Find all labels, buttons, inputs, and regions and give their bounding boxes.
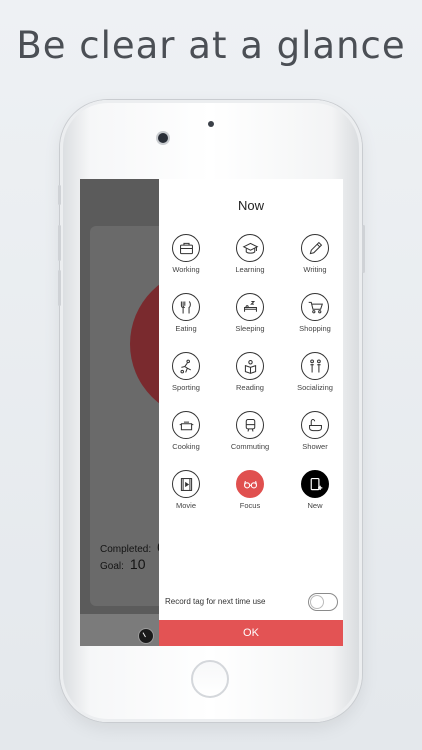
tag-label: New — [307, 501, 323, 510]
side-button — [58, 185, 61, 205]
tag-label: Movie — [175, 501, 196, 510]
tag-label: Shower — [302, 442, 328, 451]
pot-icon — [172, 411, 200, 439]
side-button — [58, 225, 61, 261]
proximity-sensor — [208, 121, 214, 127]
goal-label: Goal: — [100, 561, 124, 572]
tag-shopping[interactable]: Shopping — [285, 293, 343, 333]
tag-working[interactable]: Working — [156, 234, 216, 274]
train-icon — [236, 411, 264, 439]
tag-label: Shopping — [299, 324, 331, 333]
tag-label: Writing — [303, 265, 327, 274]
briefcase-icon — [172, 234, 200, 262]
record-tag-toggle[interactable] — [308, 593, 338, 611]
reading-icon — [236, 352, 264, 380]
tag-label: Learning — [235, 265, 265, 274]
tag-reading[interactable]: Reading — [220, 352, 280, 392]
tag-commuting[interactable]: Commuting — [220, 411, 280, 451]
tag-sleeping[interactable]: Sleeping — [220, 293, 280, 333]
front-camera — [158, 133, 168, 143]
tag-label: Working — [172, 265, 200, 274]
ok-button[interactable]: OK — [159, 620, 343, 646]
stopwatch-icon[interactable] — [138, 628, 154, 644]
stats-panel: Completed: 0 Goal: 10 — [100, 539, 165, 573]
tag-label: Cooking — [172, 442, 200, 451]
home-button[interactable] — [191, 660, 229, 698]
tag-shower[interactable]: Shower — [285, 411, 343, 451]
side-button — [58, 270, 61, 306]
completed-label: Completed: — [100, 544, 152, 555]
shopping-cart-icon — [301, 293, 329, 321]
tag-label: Focus — [239, 501, 261, 510]
tag-movie[interactable]: Movie — [156, 470, 216, 510]
tag-label: Sleeping — [235, 324, 265, 333]
headline: Be clear at a glance — [16, 24, 406, 67]
goal-value: 10 — [129, 556, 146, 572]
tag-socializing[interactable]: Socializing — [285, 352, 343, 392]
app-screen: Completed: 0 Goal: 10 Now Working Learni… — [80, 179, 343, 646]
record-tag-label: Record tag for next time use — [165, 597, 266, 606]
bed-icon — [236, 293, 264, 321]
film-icon — [172, 470, 200, 498]
tag-label: Socializing — [297, 383, 333, 392]
glasses-icon — [236, 470, 264, 498]
graduation-cap-icon — [236, 234, 264, 262]
tag-learning[interactable]: Learning — [220, 234, 280, 274]
tag-cooking[interactable]: Cooking — [156, 411, 216, 451]
sheet-title: Now — [237, 198, 264, 213]
new-tag-icon — [301, 470, 329, 498]
soccer-player-icon — [172, 352, 200, 380]
tag-focus[interactable]: Focus — [220, 470, 280, 510]
tag-eating[interactable]: Eating — [156, 293, 216, 333]
fork-knife-icon — [172, 293, 200, 321]
pencil-icon — [301, 234, 329, 262]
tag-label: Reading — [236, 383, 264, 392]
toggle-knob — [310, 595, 324, 609]
people-icon — [301, 352, 329, 380]
tag-writing[interactable]: Writing — [285, 234, 343, 274]
tag-new[interactable]: New — [285, 470, 343, 510]
side-button — [362, 225, 365, 273]
tag-label: Sporting — [172, 383, 200, 392]
tag-sheet: Now Working Learning Writing Eating Slee… — [159, 179, 343, 646]
tag-label: Commuting — [230, 442, 270, 451]
tag-label: Eating — [175, 324, 197, 333]
tag-sporting[interactable]: Sporting — [156, 352, 216, 392]
bathtub-icon — [301, 411, 329, 439]
